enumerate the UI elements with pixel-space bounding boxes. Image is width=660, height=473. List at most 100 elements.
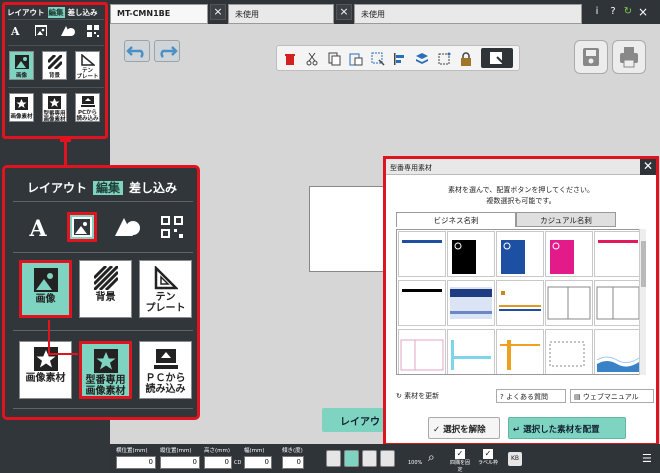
- tab-document-active[interactable]: MT-CMN1BE: [110, 4, 208, 24]
- tab-layout[interactable]: レイアウト: [7, 7, 45, 18]
- material-item[interactable]: [447, 329, 495, 374]
- material-item[interactable]: [496, 329, 544, 374]
- image-material-button[interactable]: 画像素材: [9, 93, 34, 122]
- orientation-landscape-button[interactable]: [326, 450, 341, 467]
- material-item[interactable]: [594, 329, 642, 374]
- model-image-material-button[interactable]: 型番専用 画像素材: [42, 93, 67, 123]
- cut-icon[interactable]: [305, 51, 319, 66]
- faq-label: よくある質問: [505, 393, 548, 401]
- flip-button[interactable]: [380, 450, 395, 467]
- zoom-template-button[interactable]: テン プレート: [139, 260, 192, 318]
- print-button[interactable]: [612, 40, 646, 74]
- tab-document-unused-2[interactable]: 未使用: [354, 4, 582, 24]
- y-position-field[interactable]: 0: [160, 456, 200, 469]
- clear-selection-label: 選択を解除: [443, 425, 486, 435]
- redo-button[interactable]: [154, 40, 180, 62]
- zoom-pc-import-button[interactable]: ＰＣから 読み込み: [139, 341, 192, 399]
- align-icon[interactable]: [393, 51, 407, 65]
- pc-import-button[interactable]: PCから 読み込み: [75, 93, 100, 122]
- fix-corners-toggle[interactable]: ✓ 四隅を固定: [448, 449, 472, 473]
- layout-button[interactable]: レイアウ: [322, 408, 384, 432]
- material-item[interactable]: [496, 280, 544, 326]
- material-item[interactable]: [398, 231, 446, 277]
- material-grid[interactable]: [396, 229, 646, 375]
- tab-edit[interactable]: 編集: [47, 7, 65, 18]
- select-area-icon[interactable]: [371, 51, 385, 66]
- material-item[interactable]: [447, 231, 495, 277]
- save-button[interactable]: [574, 40, 608, 74]
- tab-document-unused-1[interactable]: 未使用: [228, 4, 334, 24]
- angle-field[interactable]: 0: [282, 456, 304, 469]
- grid-scrollbar[interactable]: [639, 229, 646, 375]
- dialog-close-button[interactable]: ✕: [640, 159, 656, 175]
- x-position-field[interactable]: 0: [116, 456, 156, 469]
- close-tab-icon[interactable]: ×: [210, 4, 226, 20]
- zoom-image-material-button[interactable]: 画像素材: [19, 341, 72, 399]
- paste-icon[interactable]: [349, 51, 363, 66]
- material-item[interactable]: [496, 231, 544, 277]
- zoom-panel-tabs: レイアウト 編集 差し込み: [27, 179, 183, 196]
- qr-code-icon[interactable]: [87, 25, 99, 40]
- help-icon[interactable]: ?: [606, 4, 620, 20]
- close-tab-icon[interactable]: ×: [336, 4, 352, 20]
- refresh-materials-link[interactable]: ↻ 素材を更新: [396, 389, 456, 403]
- material-item[interactable]: [447, 280, 495, 326]
- image-button[interactable]: 画像: [9, 51, 34, 80]
- zoom-level[interactable]: 100%: [408, 460, 422, 466]
- material-item[interactable]: [545, 329, 593, 374]
- lock-icon[interactable]: [459, 51, 473, 66]
- close-icon[interactable]: ×: [636, 4, 650, 20]
- place-selected-button[interactable]: ↵ 選択した素材を配置: [508, 417, 626, 439]
- material-item[interactable]: [594, 231, 642, 277]
- layers-icon[interactable]: [415, 51, 429, 65]
- zoom-search-icon[interactable]: ⌕: [428, 450, 435, 465]
- menu-icon[interactable]: ☰: [642, 452, 652, 465]
- zoom-image-tool-icon[interactable]: [67, 212, 97, 242]
- transform-icon[interactable]: [437, 51, 451, 65]
- text-tool-icon[interactable]: A: [11, 25, 20, 38]
- info-icon[interactable]: i: [590, 4, 604, 20]
- width-field[interactable]: 0: [244, 456, 272, 469]
- shape-tool-icon[interactable]: [61, 25, 75, 40]
- scroll-thumb[interactable]: [641, 241, 646, 287]
- zoom-background-button[interactable]: 背景: [79, 260, 132, 318]
- template-button[interactable]: テン プレート: [75, 51, 100, 80]
- tab-casual-card[interactable]: カジュアル名刺: [516, 212, 616, 227]
- zoom-model-image-material-button[interactable]: 型番専用 画像素材: [79, 341, 132, 399]
- height-field[interactable]: 0: [204, 456, 232, 469]
- image-material-label: 画像素材: [10, 114, 33, 120]
- cursor-mode-icon[interactable]: [481, 48, 513, 68]
- undo-arrow-icon[interactable]: ↻: [621, 4, 635, 20]
- image-tool-icon[interactable]: [35, 25, 47, 36]
- zoom-tab-merge[interactable]: 差し込み: [129, 181, 177, 195]
- zoom-shape-tool-icon[interactable]: [115, 216, 141, 242]
- dialog-instruction-sub: 複数選択も可能です。: [486, 197, 556, 205]
- tab-merge[interactable]: 差し込み: [68, 7, 98, 18]
- zoom-tab-layout[interactable]: レイアウト: [27, 181, 87, 195]
- background-button[interactable]: 背景: [42, 51, 67, 80]
- material-item[interactable]: [594, 280, 642, 326]
- zoom-qr-code-icon[interactable]: [159, 216, 185, 242]
- material-item[interactable]: [398, 280, 446, 326]
- tab-business-card[interactable]: ビジネス名刺: [396, 212, 516, 227]
- zoom-tab-edit[interactable]: 編集: [93, 181, 124, 195]
- refresh-icon: ↻: [396, 392, 402, 400]
- divider: [13, 252, 193, 253]
- clear-selection-button[interactable]: ✓ 選択を解除: [428, 417, 500, 439]
- zoom-image-button[interactable]: 画像: [19, 260, 72, 318]
- rotate-button[interactable]: [362, 450, 377, 467]
- orientation-portrait-button[interactable]: [344, 450, 359, 467]
- label-frame-toggle[interactable]: ✓ ラベル枠: [476, 449, 500, 466]
- web-manual-button[interactable]: ▤ ウェブマニュアル: [570, 389, 654, 403]
- material-item[interactable]: [545, 280, 593, 326]
- fix-corners-label: 四隅を固定: [449, 460, 470, 473]
- faq-button[interactable]: ? よくある質問: [496, 389, 566, 403]
- copy-icon[interactable]: [327, 51, 341, 66]
- undo-button[interactable]: [124, 40, 150, 62]
- material-item[interactable]: [398, 329, 446, 374]
- delete-icon[interactable]: [283, 51, 297, 65]
- material-item[interactable]: [545, 231, 593, 277]
- zoom-text-tool-icon[interactable]: A: [25, 216, 51, 242]
- link-ratio-icon[interactable]: CD: [234, 460, 241, 466]
- kb-button[interactable]: KB: [508, 452, 522, 466]
